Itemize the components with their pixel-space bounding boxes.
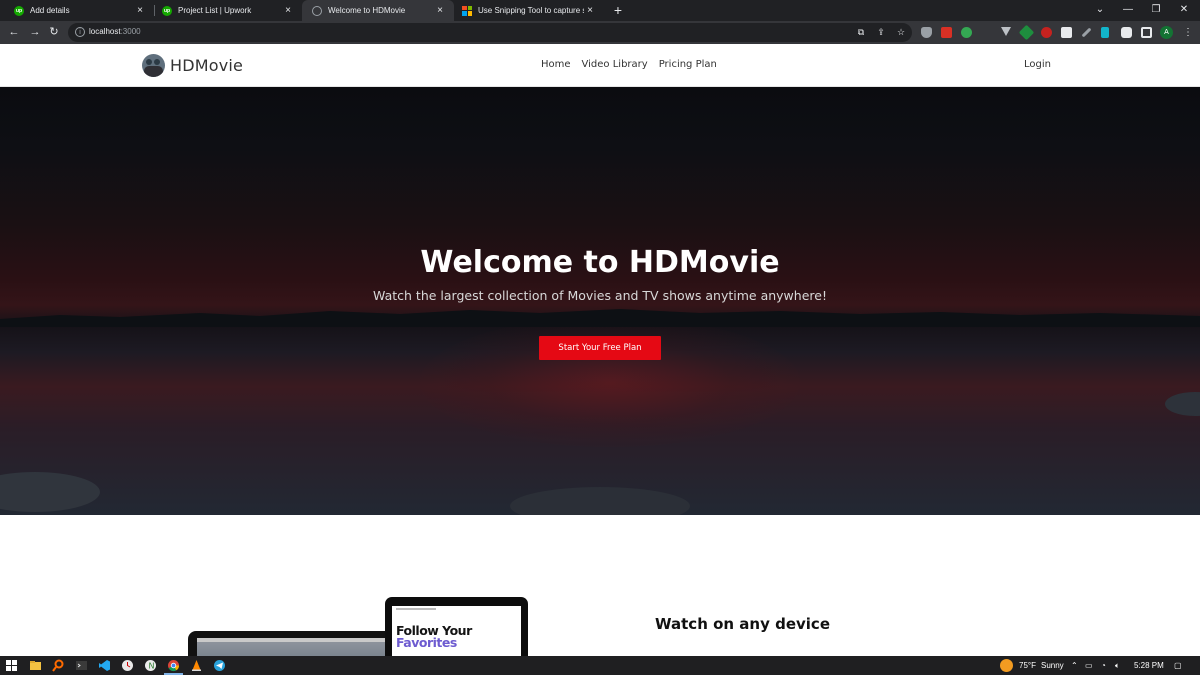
tablet-headline-line2: Favorites (396, 635, 457, 650)
nav-link-pricing-plan[interactable]: Pricing Plan (659, 59, 717, 70)
upwork-icon: up (162, 5, 172, 16)
window-close-icon[interactable]: ✕ (1170, 2, 1198, 18)
wifi-icon[interactable]: ◔ (1101, 660, 1106, 671)
url-host: localhost (89, 27, 121, 36)
weather-temperature[interactable]: 75°F (1019, 660, 1036, 671)
screen: up Add details × up Project List | Upwor… (0, 0, 1200, 675)
new-tab-button[interactable]: + (610, 2, 626, 18)
brand-logo-icon (142, 54, 165, 77)
tab-welcome-hdmovie[interactable]: Welcome to HDMovie × (302, 0, 454, 21)
nav-link-video-library[interactable]: Video Library (582, 59, 648, 70)
windows-taskbar: N 75°F Sunny ⌃ ▭ ◔ 🔈︎ 5:28 PM ▢ (0, 656, 1200, 675)
address-bar[interactable]: i localhost:3000 ⧉ ⇪ ☆ (68, 23, 912, 42)
tab-title: Add details (30, 6, 70, 15)
shield-extension-icon[interactable] (921, 27, 932, 38)
telegram-icon[interactable] (213, 659, 226, 672)
side-panel-icon[interactable] (1141, 27, 1152, 38)
browser-tab-strip: up Add details × up Project List | Upwor… (0, 0, 1200, 21)
tab-title: Welcome to HDMovie (328, 6, 406, 15)
shore-rock (510, 487, 690, 515)
brand[interactable]: HDMovie (142, 54, 243, 77)
adblock-extension-icon[interactable] (1041, 27, 1052, 38)
minimize-icon[interactable]: — (1114, 2, 1142, 18)
tray-chevron-up-icon[interactable]: ⌃ (1071, 660, 1078, 671)
hero-section: Welcome to HDMovie Watch the largest col… (0, 87, 1200, 515)
vuejs-devtools-icon[interactable] (1001, 27, 1011, 36)
share-icon[interactable]: ⇪ (876, 27, 886, 37)
brand-name: HDMovie (170, 56, 244, 75)
screenshot-extension-icon[interactable] (1061, 27, 1072, 38)
main-nav: Home Video Library Pricing Plan (541, 59, 717, 70)
bookmark-star-icon[interactable]: ☆ (896, 27, 906, 37)
tab-title: Project List | Upwork (178, 6, 252, 15)
upwork-icon: up (14, 5, 24, 16)
tab-snipping-tool[interactable]: Use Snipping Tool to capture scr × (452, 0, 604, 21)
page-icon (312, 5, 322, 16)
search-app-icon[interactable] (52, 659, 65, 672)
hero-title: Welcome to HDMovie (420, 245, 780, 280)
tab-search-icon[interactable]: ⌄ (1086, 2, 1114, 18)
dropper-extension-icon[interactable] (1018, 24, 1035, 41)
watch-any-device-title: Watch on any device (655, 615, 830, 633)
shore-rock (0, 472, 100, 512)
site-header: HDMovie Home Video Library Pricing Plan … (0, 44, 1200, 87)
weather-condition[interactable]: Sunny (1041, 660, 1064, 671)
open-in-app-icon[interactable]: ⧉ (856, 27, 866, 37)
forward-icon[interactable]: → (28, 25, 42, 39)
browser-menu-icon[interactable]: ⋮ (1183, 26, 1193, 39)
weather-sunny-icon[interactable] (1000, 659, 1013, 672)
site-info-icon[interactable]: i (75, 27, 85, 37)
restore-icon[interactable]: ❐ (1142, 2, 1170, 18)
pen-extension-icon[interactable] (1081, 27, 1092, 38)
teal-extension-icon[interactable] (1101, 27, 1109, 38)
battery-icon[interactable]: ▭ (1085, 660, 1093, 671)
tab-add-details[interactable]: up Add details × (4, 0, 154, 21)
devices-section: Follow Your Favorites Watch on any devic… (0, 515, 1200, 675)
profile-avatar[interactable]: A (1160, 26, 1173, 39)
terminal-icon[interactable] (75, 659, 88, 672)
green-circle-extension-icon[interactable] (961, 27, 972, 38)
close-icon[interactable]: × (434, 5, 446, 16)
back-icon[interactable]: ← (7, 25, 21, 39)
volume-icon[interactable]: 🔈︎ (1115, 660, 1120, 671)
close-icon[interactable]: × (584, 5, 596, 16)
vlc-icon[interactable] (190, 659, 203, 672)
svg-text:N: N (149, 662, 155, 671)
notification-icon[interactable]: ▢ (1174, 660, 1182, 671)
extensions-puzzle-icon[interactable] (1121, 27, 1132, 38)
node-app-icon[interactable]: N (144, 659, 157, 672)
vscode-icon[interactable] (98, 659, 111, 672)
close-icon[interactable]: × (282, 5, 294, 16)
reload-icon[interactable]: ↻ (47, 25, 61, 39)
browser-toolbar: ← → ↻ i localhost:3000 ⧉ ⇪ ☆ A ⋮ (0, 21, 1200, 44)
login-link[interactable]: Login (1024, 59, 1051, 70)
hero-subtitle: Watch the largest collection of Movies a… (373, 288, 827, 303)
red-extension-icon[interactable] (941, 27, 952, 38)
clock-app-icon[interactable] (121, 659, 134, 672)
microsoft-icon (462, 5, 472, 16)
start-free-plan-button[interactable]: Start Your Free Plan (539, 336, 661, 360)
close-icon[interactable]: × (134, 5, 146, 16)
chrome-icon[interactable] (167, 659, 180, 672)
clock-time[interactable]: 5:28 PM (1134, 660, 1164, 671)
shore-rock (1165, 392, 1200, 416)
file-explorer-icon[interactable] (29, 659, 42, 672)
tab-title: Use Snipping Tool to capture scr (478, 6, 584, 15)
windows-start-icon[interactable] (5, 659, 18, 672)
tab-project-list[interactable]: up Project List | Upwork × (152, 0, 302, 21)
url-port: :3000 (120, 27, 141, 36)
treeline-silhouette (0, 309, 1200, 327)
url-text[interactable]: localhost:3000 (89, 27, 141, 36)
tablet-status-bar (396, 608, 436, 610)
nav-link-home[interactable]: Home (541, 59, 571, 70)
